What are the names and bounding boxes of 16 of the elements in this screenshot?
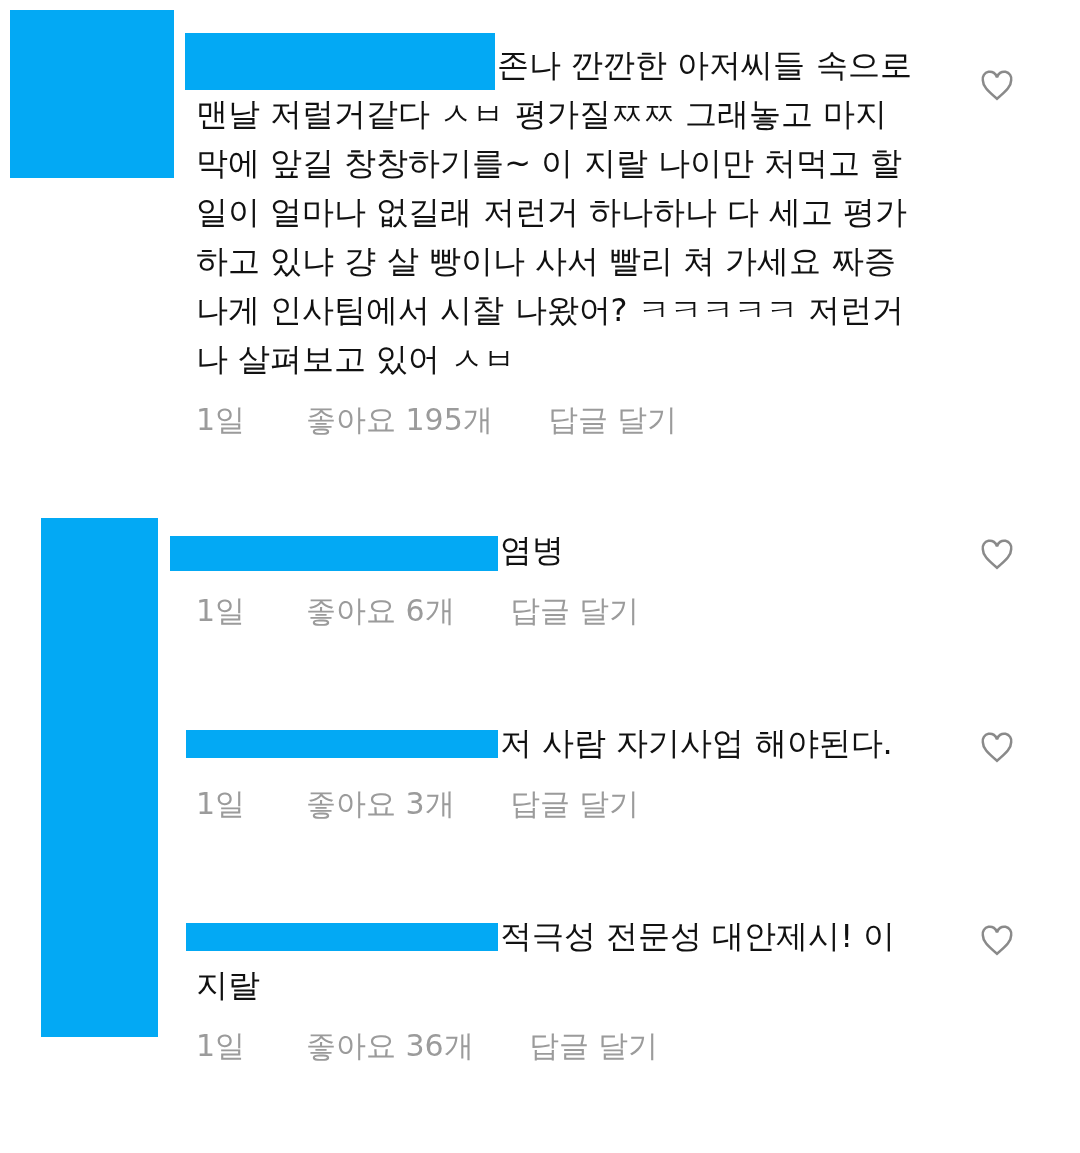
reply-text: 염병 (196, 526, 916, 575)
likes-count[interactable]: 좋아요 195개 (306, 399, 493, 441)
likes-count[interactable]: 좋아요 36개 (306, 1025, 474, 1067)
reply-link[interactable]: 답글 달기 (509, 783, 640, 825)
comment-time: 1일 (196, 400, 247, 439)
comment-text: 존나 깐깐한 아저씨들 속으로 맨날 저럴거같다 ㅅㅂ 평가질ㅉㅉ 그래놓고 마지막에 앞길 창창하기를~ 이 지랄 나이만 처먹고 할 일이 얼마나 없길래 저런거 하나하나 다 세고 평가하고 있냐 걍 살 빵이나 사서 빨리 쳐 가세요 짜증나게 인사팀에서 시찰 나왔어? ㅋㅋㅋㅋㅋ 저런거나 살펴보고 있어 ㅅㅂ (196, 33, 916, 384)
reply-text: 저 사람 자기사업 해야된다. (196, 719, 916, 768)
reply-link[interactable]: 답글 달기 (547, 399, 678, 441)
likes-count[interactable]: 좋아요 6개 (306, 590, 455, 632)
comment-time: 1일 (196, 784, 247, 823)
comment-time: 1일 (196, 591, 247, 630)
reply-text: 적극성 전문성 대안제시! 이지랄 (196, 912, 916, 1010)
likes-count[interactable]: 좋아요 3개 (306, 783, 455, 825)
reply-link[interactable]: 답글 달기 (528, 1025, 659, 1067)
reply-link[interactable]: 답글 달기 (509, 590, 640, 632)
comment-time: 1일 (196, 1026, 247, 1065)
